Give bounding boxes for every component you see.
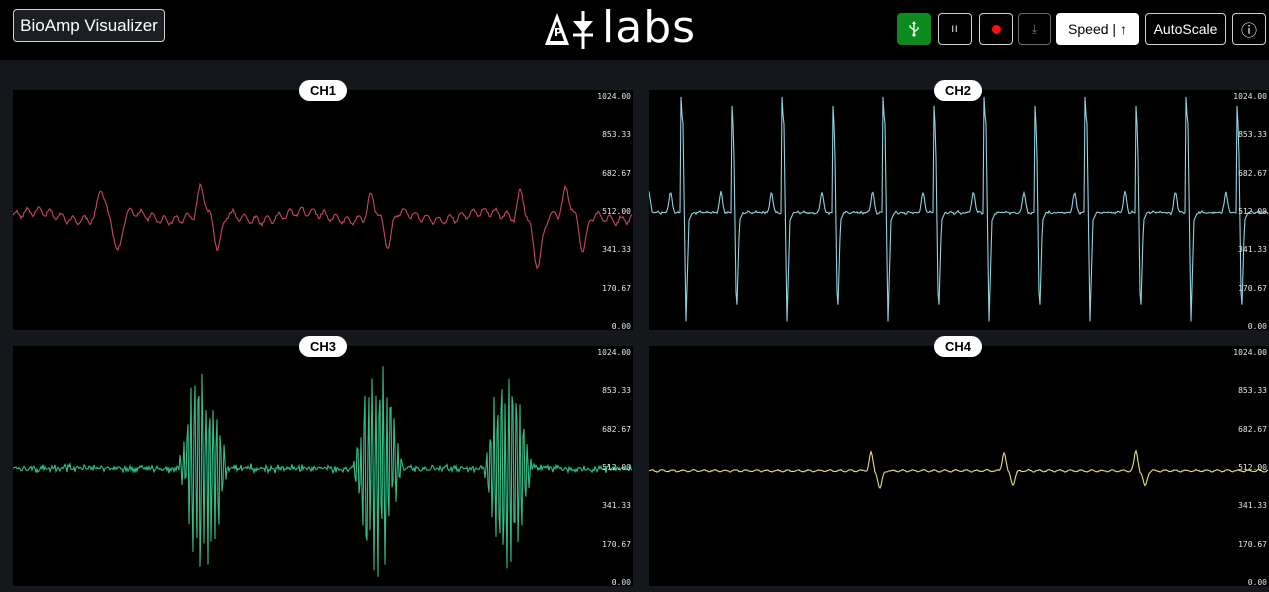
channel-plot-ch2: CH2 1024.00 853.33 682.67 512.00 341.33 170.6… (649, 80, 1269, 331)
y-axis-tick-label: 341.33 (602, 501, 631, 511)
y-axis-tick-label: 512.00 (1238, 463, 1267, 472)
y-axis-tick-label: 0.00 (1247, 322, 1267, 331)
upside-down-labs-logo: P labs (543, 2, 697, 53)
channel-label: CH4 (933, 336, 983, 357)
top-bar: BioAmp Visualizer P labs II ⤓ Speed | ↑ … (0, 0, 1269, 60)
waveform-svg (13, 182, 633, 270)
pause-icon: II (951, 24, 959, 34)
y-axis-tick-label: 853.33 (602, 130, 631, 140)
waveform-svg (649, 449, 1269, 490)
info-icon: ⓘ (1240, 23, 1257, 40)
y-axis-tick-label: 0.00 (611, 578, 631, 587)
y-axis-tick-label: 170.67 (1238, 283, 1267, 293)
logo-mark-icon: P (545, 11, 593, 49)
y-axis-tick-label: 853.33 (1238, 130, 1267, 140)
y-axis-tick-label: 512.00 (602, 207, 631, 216)
y-axis-tick-label: 170.67 (602, 283, 631, 293)
autoscale-button[interactable]: AutoScale (1145, 13, 1226, 45)
record-button[interactable] (979, 13, 1013, 45)
y-axis-tick-label: 341.33 (1238, 501, 1267, 511)
app-title-button[interactable]: BioAmp Visualizer (13, 9, 165, 42)
y-axis-tick-label: 341.33 (602, 245, 631, 255)
channel-label: CH3 (298, 336, 348, 357)
signal-trace (13, 366, 633, 577)
channel-plot-ch4: CH4 1024.00 853.33 682.67 512.00 341.33 170.6… (649, 336, 1269, 587)
info-button[interactable]: ⓘ (1232, 13, 1266, 45)
y-axis-tick-label: 1024.00 (1233, 348, 1267, 357)
channel-plot-ch3: CH3 1024.00 853.33 682.67 512.00 341.33 170.6… (13, 336, 633, 587)
waveform-svg (649, 96, 1269, 322)
waveform-svg (13, 366, 633, 577)
channel-plot-ch1: CH1 1024.00 853.33 682.67 512.00 341.33 170.6… (13, 80, 633, 331)
channel-label: CH2 (933, 80, 983, 101)
svg-text:P: P (554, 26, 562, 39)
y-axis-tick-label: 170.67 (602, 539, 631, 549)
y-axis-tick-label: 853.33 (602, 386, 631, 396)
signal-trace (13, 182, 633, 270)
y-axis-tick-label: 1024.00 (1233, 92, 1267, 101)
speed-button[interactable]: Speed | ↑ (1056, 13, 1139, 45)
signal-trace (649, 449, 1269, 490)
y-axis-tick-label: 512.00 (602, 463, 631, 472)
y-axis-tick-label: 341.33 (1238, 245, 1267, 255)
y-axis-tick-label: 0.00 (1247, 578, 1267, 587)
signal-trace (649, 96, 1269, 322)
y-axis-tick-label: 682.67 (1238, 168, 1267, 178)
y-axis-tick-label: 1024.00 (597, 348, 631, 357)
y-axis-tick-label: 682.67 (1238, 424, 1267, 434)
y-axis-tick-label: 682.67 (602, 168, 631, 178)
y-axis-tick-label: 1024.00 (597, 92, 631, 101)
download-icon: ⤓ (1031, 21, 1038, 36)
usb-icon (909, 21, 919, 37)
y-axis-tick-label: 512.00 (1238, 207, 1267, 216)
logo-text: labs (602, 2, 697, 53)
y-axis-tick-label: 0.00 (611, 322, 631, 331)
download-button[interactable]: ⤓ (1018, 13, 1051, 45)
record-icon (991, 24, 1001, 34)
y-axis-tick-label: 682.67 (602, 424, 631, 434)
usb-connect-button[interactable] (897, 13, 931, 45)
y-axis-tick-label: 853.33 (1238, 386, 1267, 396)
pause-button[interactable]: II (938, 13, 972, 45)
channel-label: CH1 (298, 80, 348, 101)
y-axis-tick-label: 170.67 (1238, 539, 1267, 549)
